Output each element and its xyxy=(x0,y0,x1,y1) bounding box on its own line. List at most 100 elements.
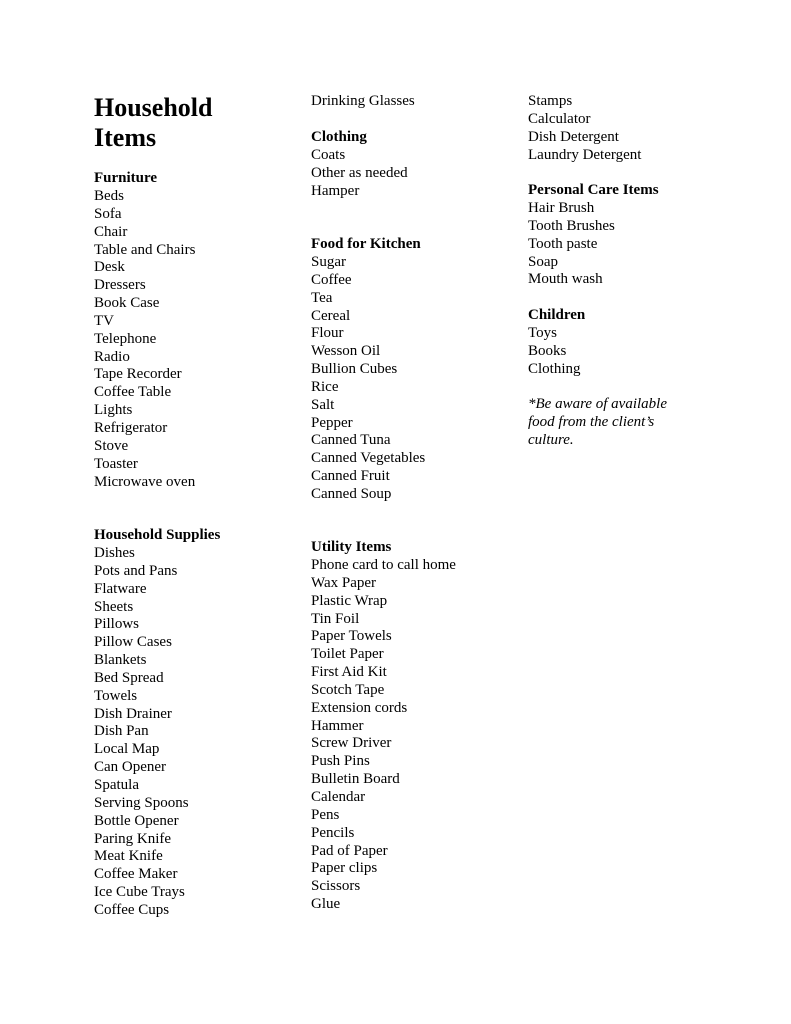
section-heading-clothing: Clothing xyxy=(311,129,367,145)
list-item: Flour xyxy=(311,325,344,342)
section-heading-personal-care-items: Personal Care Items xyxy=(528,182,659,198)
list-item: Other as needed xyxy=(311,164,408,181)
list-item: Book Case xyxy=(94,295,160,312)
utility-items-list: Phone card to call home Wax Paper Plasti… xyxy=(311,557,456,914)
personal-care-items-list: Hair Brush Tooth Brushes Tooth paste Soa… xyxy=(528,200,615,289)
list-item: Wesson Oil xyxy=(311,343,381,360)
list-item: Desk xyxy=(94,259,125,276)
utility-items-list-continued: Stamps Calculator Dish Detergent Laundry… xyxy=(528,93,641,164)
list-item: Sofa xyxy=(94,205,122,222)
list-item: Paper clips xyxy=(311,860,378,877)
list-item: Local Map xyxy=(94,741,160,758)
list-item: Bed Spread xyxy=(94,669,164,686)
list-item: Dish Pan xyxy=(94,723,149,740)
list-item: Rice xyxy=(311,378,339,395)
list-item: Table and Chairs xyxy=(94,241,196,258)
list-item: Paper Towels xyxy=(311,628,392,645)
list-item: Pots and Pans xyxy=(94,562,178,579)
list-item: Coffee Maker xyxy=(94,866,178,883)
list-item: TV xyxy=(94,312,114,329)
list-item: Tooth Brushes xyxy=(528,217,615,234)
list-item: Tooth paste xyxy=(528,235,598,252)
list-item: Screw Driver xyxy=(311,735,392,752)
list-item: Serving Spoons xyxy=(94,794,189,811)
food-for-kitchen-list: Sugar Coffee Tea Cereal Flour Wesson Oil… xyxy=(311,254,425,504)
cultural-food-note: *Be aware of available food from the cli… xyxy=(528,396,667,450)
list-item: Pepper xyxy=(311,414,353,431)
section-heading-utility-items: Utility Items xyxy=(311,539,392,555)
list-item: Pencils xyxy=(311,824,355,841)
list-item: Coffee Cups xyxy=(94,901,170,918)
list-item: Toilet Paper xyxy=(311,646,384,663)
note-line: culture. xyxy=(528,431,574,448)
list-item: Chair xyxy=(94,223,128,240)
list-item: Push Pins xyxy=(311,753,370,770)
list-item: Scotch Tape xyxy=(311,681,385,698)
list-item: Extension cords xyxy=(311,699,408,716)
list-item: Ice Cube Trays xyxy=(94,884,185,901)
list-item: Canned Soup xyxy=(311,485,392,502)
list-item: Blankets xyxy=(94,652,147,669)
list-item: Microwave oven xyxy=(94,473,196,490)
section-heading-furniture: Furniture xyxy=(94,170,158,186)
list-item: First Aid Kit xyxy=(311,664,387,681)
list-item: Clothing xyxy=(528,360,581,377)
list-item: Mouth wash xyxy=(528,271,603,288)
list-item: Wax Paper xyxy=(311,574,377,591)
note-line: food from the client’s xyxy=(528,413,655,430)
list-item: Coffee xyxy=(311,271,352,288)
list-item: Soap xyxy=(528,253,558,270)
list-item: Calendar xyxy=(311,788,366,805)
list-item: Spatula xyxy=(94,776,139,793)
list-item: Stamps xyxy=(528,93,573,109)
section-heading-food-for-kitchen: Food for Kitchen xyxy=(311,236,421,252)
household-supplies-list: Dishes Pots and Pans Flatware Sheets Pil… xyxy=(94,545,189,920)
list-item: Coats xyxy=(311,147,346,163)
list-item: Dressers xyxy=(94,277,146,294)
list-item: Flatware xyxy=(94,580,147,597)
list-item: Sheets xyxy=(94,598,134,615)
list-item: Bulletin Board xyxy=(311,771,400,788)
list-item: Laundry Detergent xyxy=(528,146,642,163)
list-item: Calculator xyxy=(528,110,591,127)
list-item: Radio xyxy=(94,348,130,365)
list-item: Pad of Paper xyxy=(311,842,388,859)
list-item: Phone card to call home xyxy=(311,557,456,573)
list-item: Tape Recorder xyxy=(94,366,182,383)
list-item: Telephone xyxy=(94,330,157,347)
children-list: Toys Books Clothing xyxy=(528,325,581,379)
list-item: Beds xyxy=(94,188,124,204)
page-title-line-2: Items xyxy=(94,123,157,152)
list-item: Hamper xyxy=(311,182,360,199)
list-item: Pillows xyxy=(94,616,140,633)
list-item: Paring Knife xyxy=(94,830,172,847)
list-item: Dish Drainer xyxy=(94,705,172,722)
list-item: Tin Foil xyxy=(311,610,360,627)
list-item: Plastic Wrap xyxy=(311,592,388,609)
list-item: Pillow Cases xyxy=(94,634,172,651)
page-title-line-1: Household xyxy=(94,93,213,122)
clothing-list: Coats Other as needed Hamper xyxy=(311,147,408,201)
list-item: Meat Knife xyxy=(94,848,163,865)
list-item: Books xyxy=(528,342,567,359)
list-item: Dish Detergent xyxy=(528,128,619,145)
list-item: Can Opener xyxy=(94,759,167,776)
list-item: Glue xyxy=(311,896,341,913)
list-item: Cereal xyxy=(311,307,351,324)
list-item: Tea xyxy=(311,289,333,306)
list-item: Canned Fruit xyxy=(311,468,390,485)
furniture-list: Beds Sofa Chair Table and Chairs Desk Dr… xyxy=(94,188,195,491)
document-page: Household Items Furniture Beds Sofa Chai… xyxy=(0,0,791,1024)
section-heading-children: Children xyxy=(528,307,586,323)
list-item: Canned Vegetables xyxy=(311,450,426,467)
list-item: Towels xyxy=(94,687,138,704)
list-item: Toys xyxy=(528,325,557,341)
list-item: Bottle Opener xyxy=(94,812,179,829)
list-item: Toaster xyxy=(94,455,138,472)
list-item: Scissors xyxy=(311,878,361,895)
note-line: *Be aware of available xyxy=(528,396,667,412)
list-item: Refrigerator xyxy=(94,419,168,436)
list-item: Hammer xyxy=(311,717,364,734)
list-item: Bullion Cubes xyxy=(311,361,398,378)
list-item: Hair Brush xyxy=(528,200,595,216)
